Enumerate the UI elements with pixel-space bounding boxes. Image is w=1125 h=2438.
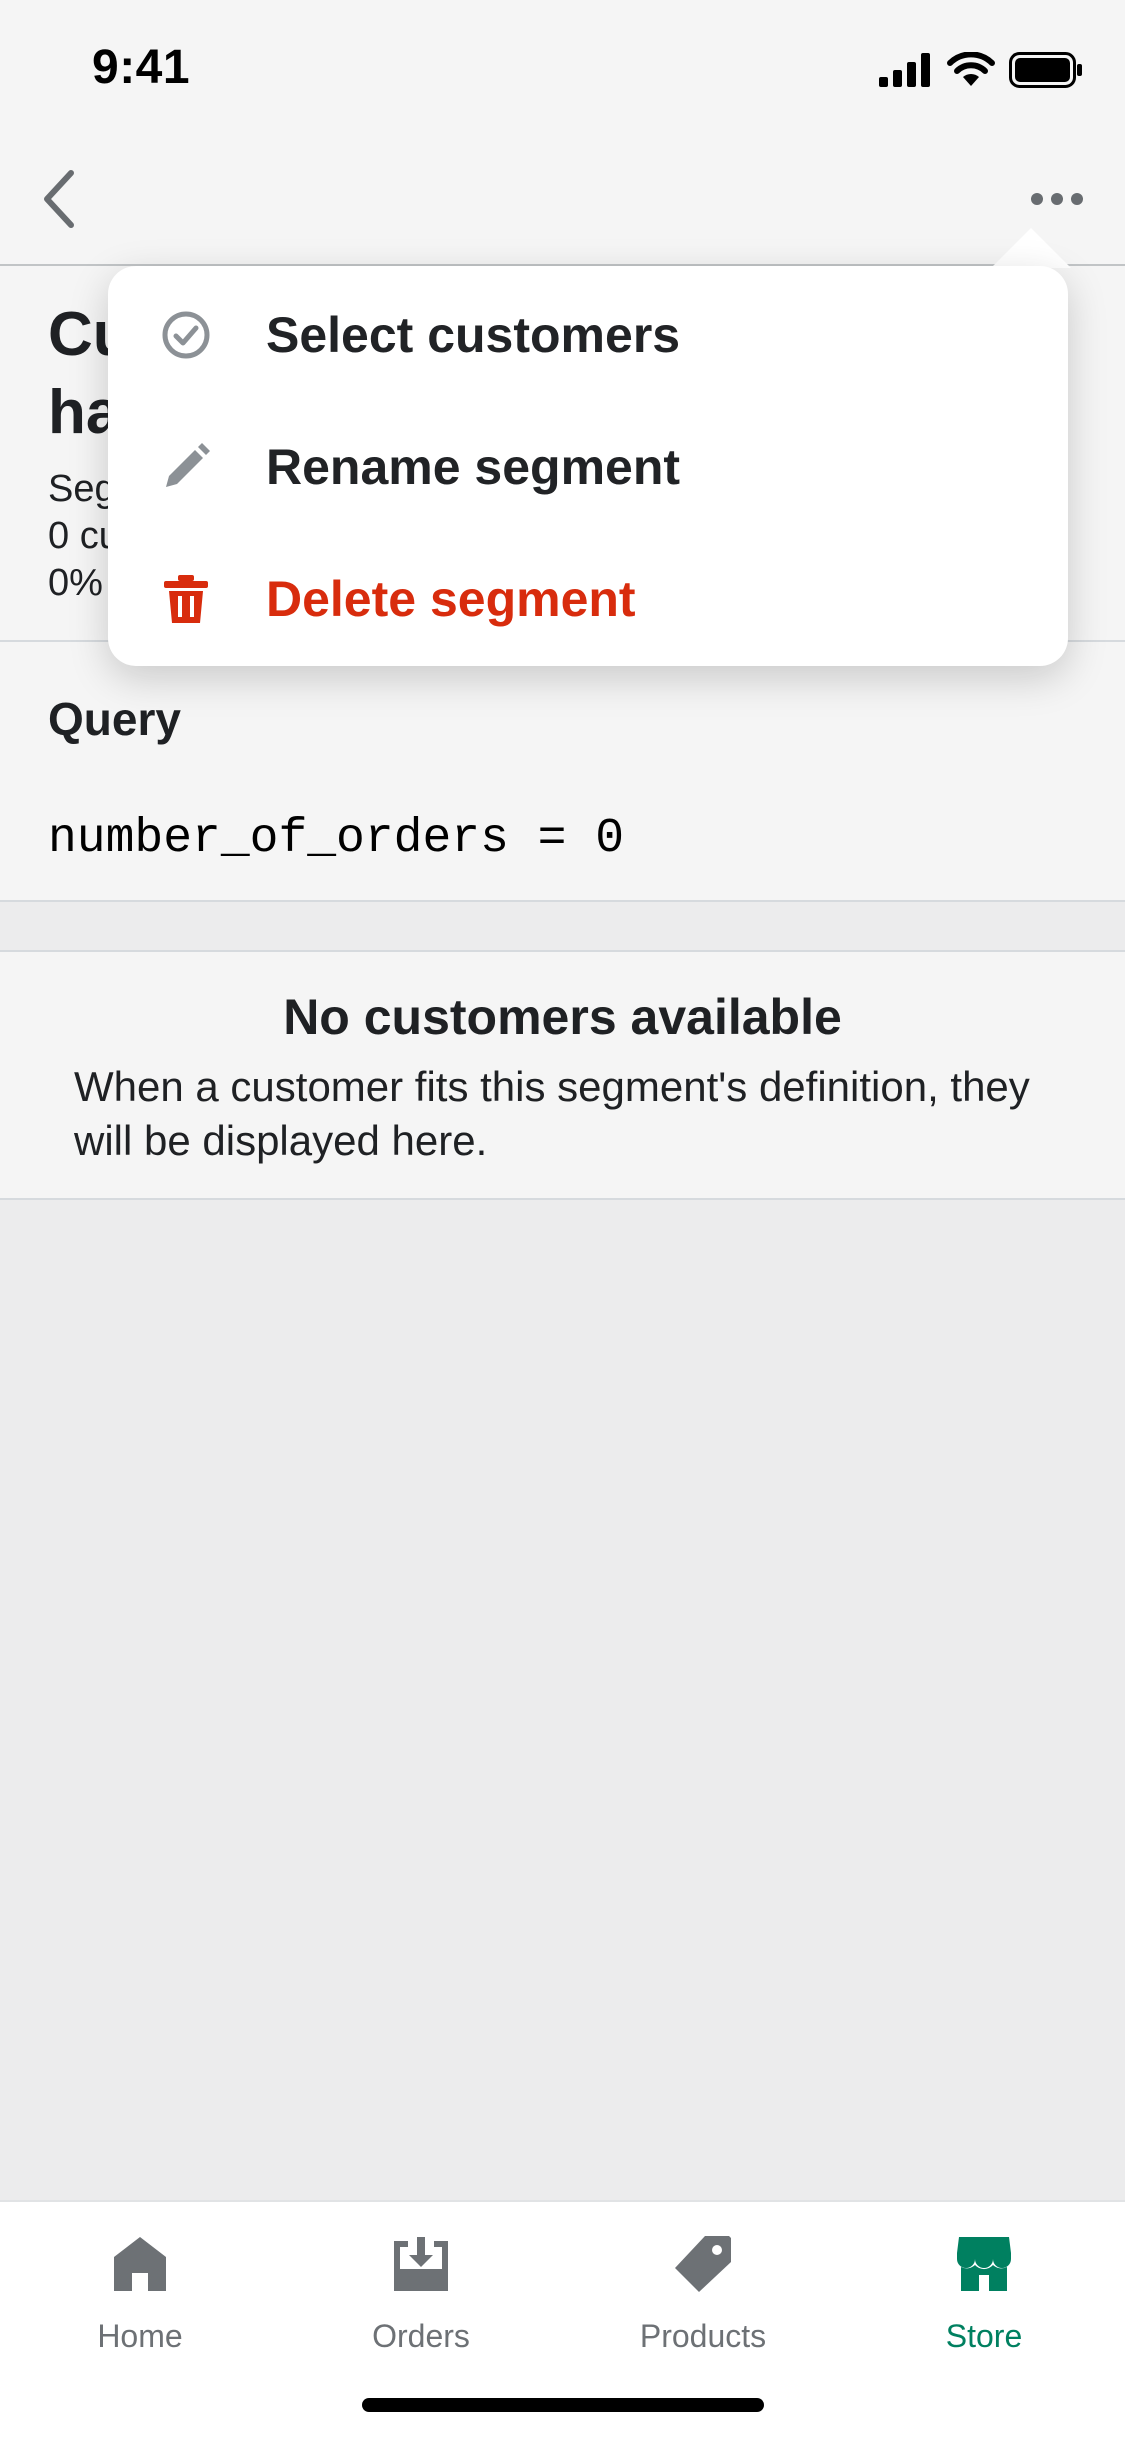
menu-item-select-customers[interactable]: Select customers	[108, 269, 1068, 401]
tag-icon	[671, 2232, 735, 2296]
menu-item-delete-segment[interactable]: Delete segment	[108, 533, 1068, 665]
tab-label: Home	[97, 2318, 183, 2354]
tab-products[interactable]: Products	[603, 2232, 803, 2372]
pencil-icon	[158, 439, 214, 495]
menu-item-label: Select customers	[266, 307, 681, 363]
tab-orders[interactable]: Orders	[321, 2232, 521, 2372]
trash-icon	[158, 571, 214, 627]
menu-item-label: Rename segment	[266, 439, 681, 495]
tab-label: Orders	[372, 2318, 470, 2354]
menu-arrow	[991, 228, 1071, 268]
home-indicator	[362, 2398, 764, 2412]
menu-item-rename-segment[interactable]: Rename segment	[108, 401, 1068, 533]
store-icon	[952, 2232, 1016, 2296]
actions-menu: Select customers Rename segment Delete s…	[108, 266, 1068, 666]
tab-label: Products	[639, 2318, 767, 2354]
home-icon	[108, 2232, 172, 2296]
tab-label: Store	[945, 2318, 1023, 2354]
check-circle-icon	[158, 307, 214, 363]
tab-home[interactable]: Home	[40, 2232, 240, 2372]
orders-icon	[389, 2232, 453, 2296]
menu-item-label: Delete segment	[266, 571, 636, 627]
tab-store[interactable]: Store	[884, 2232, 1084, 2372]
